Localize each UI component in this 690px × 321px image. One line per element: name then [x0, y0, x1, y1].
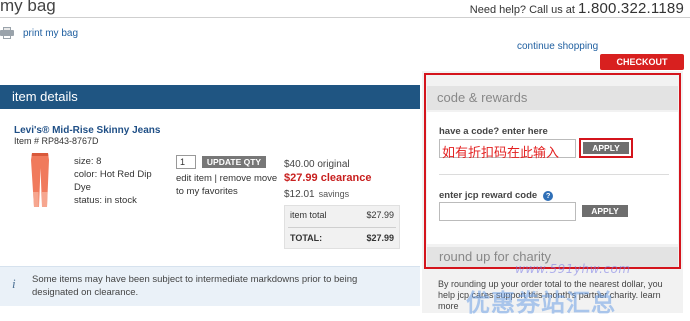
grand-total-row: TOTAL: $27.99 — [290, 229, 394, 247]
continue-shopping-link[interactable]: continue shopping — [517, 41, 598, 52]
original-price: $40.00 original — [284, 159, 350, 170]
help-line: Need help? Call us at 1.800.322.1189 — [470, 0, 684, 17]
update-qty-button[interactable]: UPDATE QTY — [202, 156, 266, 168]
clearance-notice: i Some items may have been subject to in… — [0, 266, 420, 306]
quantity-input[interactable]: 1 — [176, 155, 196, 169]
notice-text: Some items may have been subject to inte… — [32, 274, 358, 298]
product-attributes: size: 8 color: Hot Red Dip Dye status: i… — [74, 155, 164, 207]
item-total-value: $27.99 — [366, 210, 394, 220]
totals-divider — [288, 227, 396, 228]
printer-icon[interactable] — [0, 27, 14, 39]
color-text: color: Hot Red Dip Dye — [74, 169, 152, 193]
header-divider — [0, 17, 690, 18]
product-name[interactable]: Levi's® Mid-Rise Skinny Jeans — [14, 125, 160, 136]
watermark-url: www.591yhw.com — [515, 262, 631, 276]
jeans-thumbnail[interactable] — [28, 152, 52, 208]
info-icon: i — [12, 276, 16, 291]
size-text: size: 8 — [74, 156, 102, 167]
print-bag-link-row[interactable]: print my bag — [0, 27, 78, 39]
totals-box: item total $27.99 TOTAL: $27.99 — [284, 205, 400, 249]
status-text: status: in stock — [74, 195, 137, 206]
phone-number[interactable]: 1.800.322.1189 — [578, 0, 684, 17]
total-value: $27.99 — [366, 233, 394, 243]
item-action-links[interactable]: edit item | remove move to my favorites — [176, 172, 278, 198]
item-number: Item # RP843-8767D — [14, 136, 99, 146]
item-details-header: item details — [0, 85, 420, 109]
highlight-frame — [424, 73, 681, 269]
savings-label: savings — [318, 189, 350, 199]
savings: $12.01 savings — [284, 189, 349, 200]
clearance-price: $27.99 clearance — [284, 172, 372, 184]
item-total-row: item total $27.99 — [290, 206, 394, 224]
print-bag-link[interactable]: print my bag — [23, 28, 78, 39]
savings-value: $12.01 — [284, 189, 315, 200]
total-label: TOTAL: — [290, 233, 323, 243]
page-title: my bag — [0, 0, 56, 15]
watermark-text: 优惠券站汇总 — [466, 289, 616, 317]
checkout-button[interactable]: CHECKOUT — [600, 54, 684, 70]
item-total-label: item total — [290, 210, 327, 220]
help-text: Need help? Call us at — [469, 4, 575, 16]
